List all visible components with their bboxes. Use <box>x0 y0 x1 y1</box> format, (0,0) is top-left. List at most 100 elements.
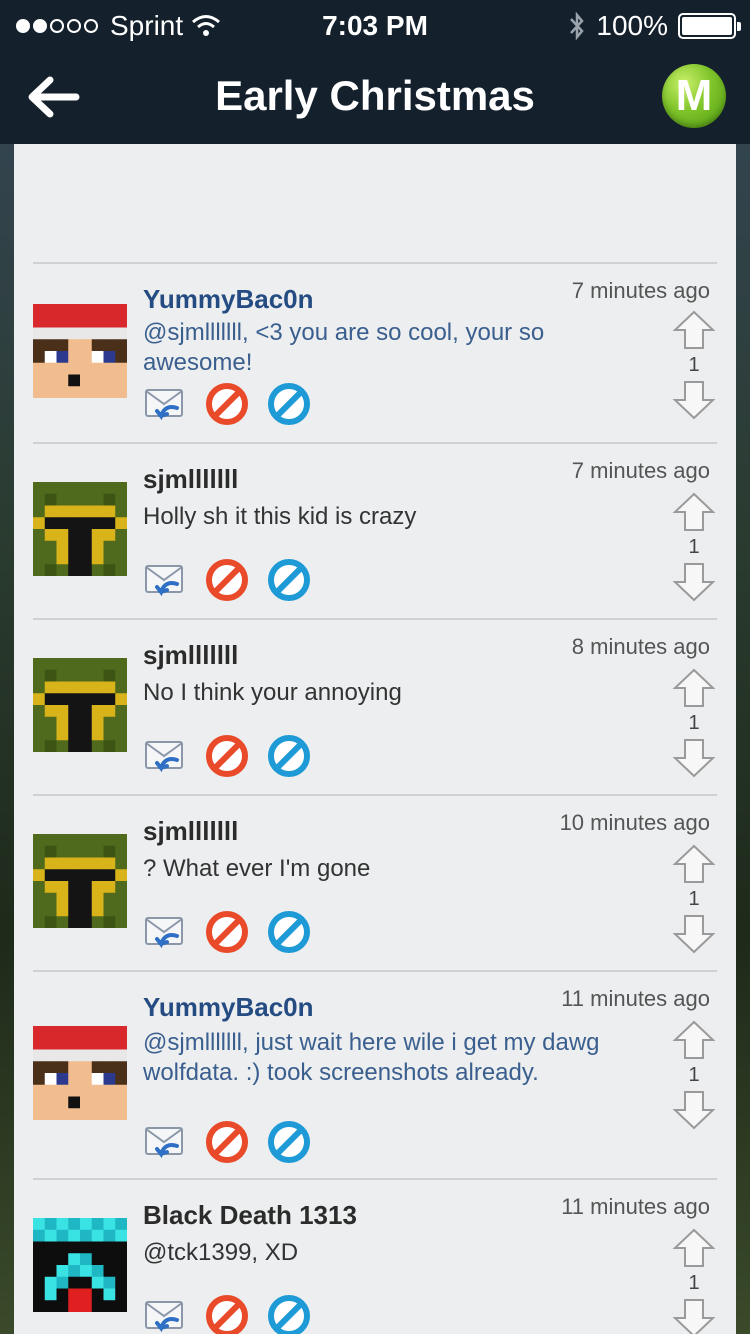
reply-envelope-icon <box>143 558 187 607</box>
reply-button[interactable] <box>143 1296 187 1334</box>
comment-timestamp: 10 minutes ago <box>559 810 710 835</box>
block-button[interactable] <box>205 382 249 431</box>
report-button[interactable] <box>267 734 311 783</box>
comment-text: Holly sh it this kid is crazy <box>143 503 417 530</box>
avatar[interactable] <box>33 304 127 398</box>
comment-author[interactable]: sjmlllllll <box>143 640 238 671</box>
comment-text: No I think your annoying <box>143 679 402 706</box>
comment-timestamp: 7 minutes ago <box>571 458 710 483</box>
comment-text: ? What ever I'm gone <box>143 855 371 882</box>
status-bar: Sprint 7:03 PM 100% <box>0 0 750 50</box>
status-right: 100% <box>568 10 741 42</box>
app-logo-button[interactable]: M <box>662 64 726 128</box>
comment-item: sjmlllllll 8 minutes ago No I think your a… <box>14 618 736 794</box>
comment-item: YummyBac0n 7 minutes ago @sjmlllllll, <3 y… <box>14 262 736 442</box>
report-icon <box>267 1120 311 1169</box>
report-icon <box>267 1294 311 1334</box>
block-button[interactable] <box>205 558 249 607</box>
upvote-button[interactable] <box>672 310 716 350</box>
reply-envelope-icon <box>143 1294 187 1334</box>
reply-button[interactable] <box>143 384 187 428</box>
comment-author[interactable]: Black Death 1313 <box>143 1200 357 1231</box>
downvote-button[interactable] <box>672 738 716 778</box>
reply-button[interactable] <box>143 1122 187 1166</box>
comment-timestamp: 11 minutes ago <box>561 986 710 1011</box>
down-arrow-icon <box>672 915 716 958</box>
avatar[interactable] <box>33 658 127 752</box>
battery-label: 100% <box>596 10 668 41</box>
comment-item: sjmlllllll 7 minutes ago Holly sh it this … <box>14 442 736 618</box>
block-icon <box>205 910 249 959</box>
comment-item: Black Death 1313 11 minutes ago @tck1399, … <box>14 1178 736 1334</box>
report-icon <box>267 734 311 783</box>
comment-text: @tck1399, XD <box>143 1239 299 1266</box>
avatar[interactable] <box>33 1218 127 1312</box>
down-arrow-icon <box>672 1299 716 1334</box>
vote-control: 1 <box>670 668 718 778</box>
vote-control: 1 <box>670 844 718 954</box>
vote-score: 1 <box>688 536 700 558</box>
block-icon <box>205 382 249 431</box>
avatar[interactable] <box>33 834 127 928</box>
down-arrow-icon <box>672 381 716 424</box>
block-button[interactable] <box>205 1120 249 1169</box>
avatar[interactable] <box>33 482 127 576</box>
comment-item: YummyBac0n 11 minutes ago @sjmlllllll, jus… <box>14 970 736 1178</box>
downvote-button[interactable] <box>672 562 716 602</box>
vote-control: 1 <box>670 1020 718 1130</box>
report-button[interactable] <box>267 1294 311 1334</box>
downvote-button[interactable] <box>672 380 716 420</box>
report-button[interactable] <box>267 382 311 428</box>
vote-control: 1 <box>670 310 718 420</box>
comment-timestamp: 8 minutes ago <box>571 634 710 659</box>
reply-button[interactable] <box>143 560 187 604</box>
comment-actions <box>143 1294 311 1334</box>
upvote-button[interactable] <box>672 1020 716 1060</box>
downvote-button[interactable] <box>672 1298 716 1334</box>
vote-score: 1 <box>688 354 700 376</box>
vote-score: 1 <box>688 888 700 910</box>
vote-score: 1 <box>688 1064 700 1086</box>
avatar[interactable] <box>33 1026 127 1120</box>
comment-actions <box>143 382 311 431</box>
down-arrow-icon <box>672 739 716 782</box>
down-arrow-icon <box>672 1091 716 1134</box>
report-button[interactable] <box>267 1120 311 1169</box>
upvote-button[interactable] <box>672 844 716 884</box>
report-icon <box>267 910 311 959</box>
downvote-button[interactable] <box>672 914 716 954</box>
upvote-button[interactable] <box>672 492 716 532</box>
comment-author[interactable]: sjmlllllll <box>143 816 238 847</box>
comment-list[interactable]: @sjmlllllll, <3 i know your gamecocks to… <box>14 144 736 1334</box>
report-button[interactable] <box>267 558 311 607</box>
block-icon <box>205 1120 249 1169</box>
upvote-button[interactable] <box>672 1228 716 1268</box>
report-icon <box>267 558 311 607</box>
comment-author[interactable]: YummyBac0n <box>143 992 314 1023</box>
comment-text: @sjmlllllll, just wait here wile i get m… <box>143 1029 600 1086</box>
comment-author[interactable]: sjmlllllll <box>143 464 238 495</box>
block-button[interactable] <box>205 1294 249 1334</box>
comment-item: sjmlllllll 10 minutes ago ? What ever I'm … <box>14 794 736 970</box>
comment-author[interactable]: YummyBac0n <box>143 284 314 315</box>
downvote-button[interactable] <box>672 1090 716 1130</box>
block-button[interactable] <box>205 910 249 959</box>
reply-envelope-icon <box>143 382 187 431</box>
reply-button[interactable] <box>143 912 187 956</box>
reply-button[interactable] <box>143 736 187 780</box>
comment-timestamp: 7 minutes ago <box>571 278 710 303</box>
nav-bar: Early Christmas M <box>0 50 750 144</box>
block-button[interactable] <box>205 734 249 780</box>
block-icon <box>205 558 249 607</box>
reply-envelope-icon <box>143 734 187 783</box>
comment-actions <box>143 910 311 959</box>
comment-timestamp: 11 minutes ago <box>561 1194 710 1219</box>
comment-item: @sjmlllllll, <3 i know your gamecocks to… <box>14 144 736 262</box>
page-title: Early Christmas <box>215 72 535 119</box>
vote-control: 1 <box>670 492 718 602</box>
vote-control: 1 <box>670 1228 718 1334</box>
report-button[interactable] <box>267 910 311 959</box>
vote-score: 1 <box>688 712 700 734</box>
upvote-button[interactable] <box>672 668 716 708</box>
reply-envelope-icon <box>143 1120 187 1169</box>
